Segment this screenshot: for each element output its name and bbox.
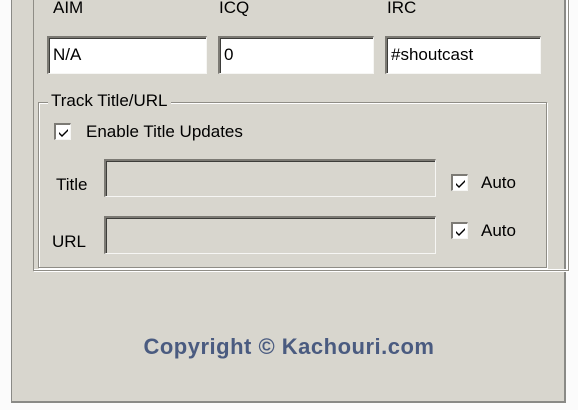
checkmark-icon	[456, 228, 465, 236]
url-auto-checkbox[interactable]	[451, 222, 468, 239]
track-group-legend: Track Title/URL	[48, 90, 171, 112]
title-label: Title	[56, 175, 88, 194]
checkmark-icon	[59, 129, 68, 137]
irc-field[interactable]: #shoutcast	[385, 36, 541, 74]
copyright-text: Copyright © Kachouri.com	[143, 334, 435, 359]
url-auto-label[interactable]: Auto	[481, 221, 516, 241]
url-field	[104, 216, 436, 254]
enable-title-updates-label[interactable]: Enable Title Updates	[86, 122, 243, 142]
aim-field[interactable]: N/A	[47, 36, 207, 74]
enable-title-updates-checkbox[interactable]	[54, 123, 71, 140]
irc-label: IRC	[387, 0, 417, 17]
title-auto-label[interactable]: Auto	[481, 173, 516, 193]
url-label: URL	[52, 232, 87, 251]
icq-label: ICQ	[219, 0, 250, 17]
checkmark-icon	[456, 180, 465, 188]
title-auto-checkbox[interactable]	[451, 174, 468, 191]
aim-label: AIM	[53, 0, 84, 17]
title-field	[104, 159, 436, 197]
icq-field[interactable]: 0	[218, 36, 374, 74]
